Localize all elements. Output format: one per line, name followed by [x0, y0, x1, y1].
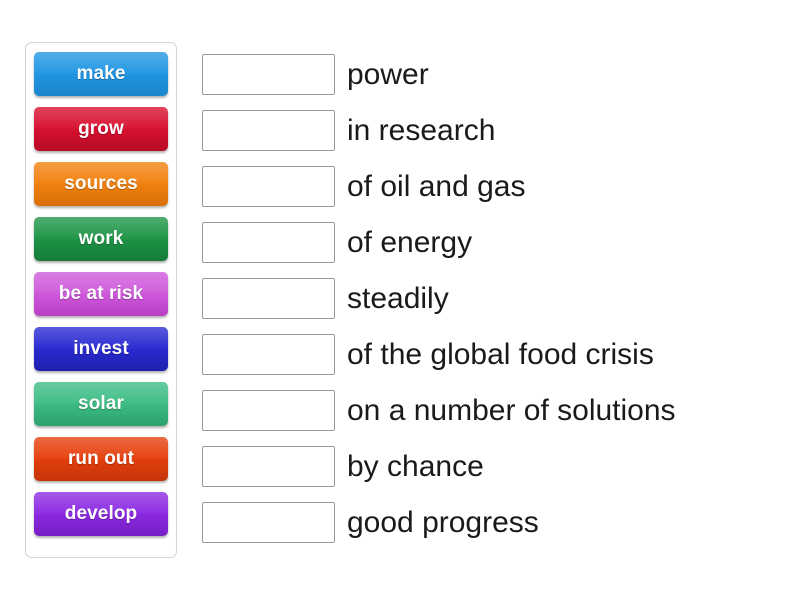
word-tile-label: make: [76, 63, 126, 84]
phrase-text: power: [347, 57, 429, 91]
drop-target-9[interactable]: [202, 502, 335, 543]
answer-row: by chance: [202, 444, 792, 489]
word-tile-develop[interactable]: develop: [34, 492, 168, 536]
phrase-text: of energy: [347, 225, 473, 259]
word-tile-label: run out: [67, 448, 135, 469]
word-tile-label: invest: [73, 338, 129, 359]
word-tile-solar[interactable]: solar: [34, 382, 168, 426]
word-tile-work[interactable]: work: [34, 217, 168, 261]
phrase-text: on a number of solutions: [347, 393, 676, 427]
drop-target-1[interactable]: [202, 54, 335, 95]
answer-row: of oil and gas: [202, 164, 792, 209]
phrase-text: steadily: [347, 281, 449, 315]
word-tile-sources[interactable]: sources: [34, 162, 168, 206]
phrase-text: of oil and gas: [347, 169, 526, 203]
word-tile-run-out[interactable]: run out: [34, 437, 168, 481]
word-tile-make[interactable]: make: [34, 52, 168, 96]
drop-target-6[interactable]: [202, 334, 335, 375]
answer-row: in research: [202, 108, 792, 153]
answer-rows: power in research of oil and gas of ener…: [202, 52, 792, 545]
word-tile-be-at-risk[interactable]: be at risk: [34, 272, 168, 316]
phrase-text: by chance: [347, 449, 484, 483]
answer-row: power: [202, 52, 792, 97]
word-tile-label: grow: [78, 118, 124, 139]
word-bank-panel: make grow sources work be at risk invest…: [25, 42, 177, 558]
drop-target-4[interactable]: [202, 222, 335, 263]
answer-row: on a number of solutions: [202, 388, 792, 433]
word-tile-invest[interactable]: invest: [34, 327, 168, 371]
word-tile-label: develop: [64, 503, 138, 524]
word-tile-label: be at risk: [58, 283, 144, 304]
phrase-text: in research: [347, 113, 496, 147]
answer-row: good progress: [202, 500, 792, 545]
answer-row: of energy: [202, 220, 792, 265]
phrase-text: of the global food crisis: [347, 337, 654, 371]
phrase-text: good progress: [347, 505, 539, 539]
drop-target-5[interactable]: [202, 278, 335, 319]
drop-target-7[interactable]: [202, 390, 335, 431]
drop-target-2[interactable]: [202, 110, 335, 151]
drop-target-3[interactable]: [202, 166, 335, 207]
word-tile-grow[interactable]: grow: [34, 107, 168, 151]
answer-row: steadily: [202, 276, 792, 321]
drop-target-8[interactable]: [202, 446, 335, 487]
match-up-activity: make grow sources work be at risk invest…: [0, 0, 800, 600]
word-tile-label: sources: [64, 173, 138, 194]
word-tile-label: work: [78, 228, 124, 249]
word-tile-label: solar: [78, 393, 124, 414]
answer-row: of the global food crisis: [202, 332, 792, 377]
